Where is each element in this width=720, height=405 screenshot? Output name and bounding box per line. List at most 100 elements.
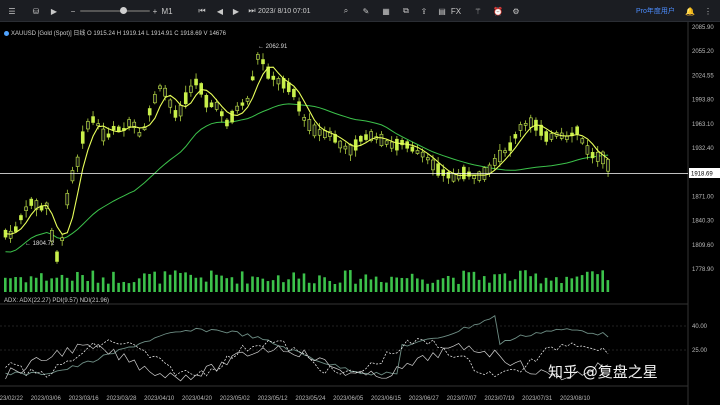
zoom-out-button[interactable]: − (68, 4, 78, 18)
volume-bar (50, 278, 53, 292)
volume-bar (333, 283, 337, 292)
candle-body (117, 126, 121, 132)
candle-body (55, 251, 59, 262)
volume-bar (184, 272, 187, 292)
volume-bar (482, 276, 486, 292)
chart-area[interactable]: 2085.90 2055.20 2024.55 1993.80 1963.10 1932.… (0, 22, 720, 405)
candle-body (86, 121, 90, 130)
candle-body (580, 138, 585, 144)
candle-body (127, 119, 131, 127)
candle-body (528, 117, 533, 128)
chart-canvas[interactable]: 2085.90 2055.20 2024.55 1993.80 1963.10 1932.… (0, 22, 720, 405)
database-icon[interactable]: ⛁ (30, 4, 42, 18)
candle-body (590, 152, 595, 159)
volume-bar (96, 282, 100, 292)
candle-body (173, 110, 178, 118)
go-start-icon[interactable]: ⏮ (196, 4, 208, 18)
candle-body (487, 164, 492, 174)
drawing-tools-icon[interactable]: ⚚ (472, 4, 484, 18)
candle-body (75, 156, 80, 167)
date-tick-label: 2023/06/05 (333, 396, 364, 402)
layout-icon[interactable]: ▦ (380, 4, 392, 18)
volume-bar (199, 277, 203, 292)
edit-icon[interactable]: ✎ (360, 4, 372, 18)
more-icon[interactable]: ⋮ (702, 4, 714, 18)
date-tick-label: 2023/05/12 (258, 396, 289, 402)
volume-bar (230, 277, 234, 292)
volume-bar (580, 275, 584, 292)
volume-bar (575, 276, 579, 292)
volume-bar (276, 275, 280, 292)
symbol-legend-text: XAUUSD [Gold (Spot)] 日线 O 1915.24 H 1919… (11, 31, 226, 37)
zoom-slider[interactable] (80, 7, 150, 14)
volume-bar (472, 271, 476, 292)
candle-body (168, 99, 173, 108)
volume-bar (374, 276, 378, 292)
volume-bar (158, 283, 162, 292)
candle-body (389, 141, 394, 149)
candle-body (343, 145, 348, 150)
high-label: ← 2062.91 (258, 44, 288, 50)
volume-bar (210, 270, 213, 292)
alarm-icon[interactable]: ⏰ (492, 4, 504, 18)
timeframe-selector[interactable]: M1 (160, 4, 174, 18)
price-tick-label: 2024.55 (692, 73, 714, 79)
volume-bar (410, 273, 414, 292)
date-tick-label: 2023/04/10 (144, 396, 175, 402)
volume-bar (179, 272, 182, 292)
step-back-icon[interactable]: ◀ (214, 4, 226, 18)
volume-bar (467, 272, 471, 292)
zoom-in-button[interactable]: + (150, 4, 160, 18)
step-forward-icon[interactable]: ▶ (230, 4, 242, 18)
settings-icon[interactable]: ⚙ (510, 4, 522, 18)
volume-bar (529, 276, 532, 292)
candle-body (199, 83, 203, 95)
fx-button[interactable]: FX (450, 4, 462, 18)
adx-tick-label: 25.00 (692, 348, 708, 354)
candle-body (50, 229, 54, 242)
screenshot-icon[interactable]: ⧉ (400, 4, 412, 18)
volume-bar (395, 277, 398, 292)
volume-bar (282, 282, 285, 292)
candle-body (225, 119, 229, 127)
price-tick-label: 2085.90 (692, 25, 714, 31)
notification-icon[interactable]: 🔔 (684, 4, 696, 18)
search-icon[interactable]: ⌕ (340, 4, 352, 18)
candle-body (271, 75, 276, 80)
volume-bar (328, 280, 332, 292)
grid-icon[interactable]: ▤ (436, 4, 448, 18)
volume-bar (220, 275, 223, 292)
date-tick-label: 2023/06/27 (409, 396, 440, 402)
volume-bar (400, 277, 404, 292)
volume-bar (240, 271, 244, 292)
play-icon[interactable]: ▶ (48, 4, 60, 18)
go-end-icon[interactable]: ⏭ (246, 4, 258, 18)
menu-icon[interactable]: ☰ (6, 4, 18, 18)
volume-bar (359, 278, 362, 292)
candle-body (189, 85, 193, 93)
candle-body (209, 102, 214, 108)
price-tick-label: 2055.20 (692, 49, 714, 55)
candle-body (585, 145, 590, 155)
candle-body (106, 133, 111, 138)
watermark: 知乎 @复盘之星 (548, 363, 658, 381)
date-tick-label: 2023/08/10 (560, 396, 591, 402)
candle-body (297, 101, 301, 112)
date-field[interactable] (258, 5, 330, 17)
candle-body (498, 149, 502, 163)
candle-body (178, 104, 183, 117)
candle-body (595, 151, 600, 162)
volume-bar (591, 271, 594, 292)
zoom-slider-knob[interactable] (120, 7, 127, 14)
share-icon[interactable]: ⇪ (418, 4, 430, 18)
volume-bar (555, 277, 558, 292)
candle-body (29, 198, 34, 206)
candle-body (24, 206, 28, 211)
candle-body (606, 159, 610, 172)
candle-body (96, 123, 100, 127)
pro-user-link[interactable]: Pro年度用户 (636, 6, 675, 16)
candle-body (359, 135, 363, 142)
candle-body (456, 172, 461, 180)
current-price-label: 1918.69 (691, 172, 713, 178)
price-tick-label: 1778.90 (692, 267, 714, 273)
